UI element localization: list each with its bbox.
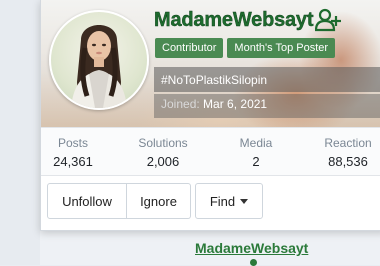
find-label: Find <box>209 193 236 209</box>
member-actions: Unfollow Ignore Find <box>47 183 263 219</box>
stat-value: 2 <box>252 154 260 169</box>
member-stats: Posts 24,361 Solutions 2,006 Media 2 Rea… <box>41 127 380 176</box>
username[interactable]: MadameWebsayt <box>154 8 314 32</box>
user-badges: Contributor Month's Top Poster <box>155 38 336 58</box>
find-menu-button[interactable]: Find <box>195 183 263 219</box>
stat-media[interactable]: Media 2 <box>234 136 278 170</box>
avatar-portrait-icon <box>71 25 127 108</box>
user-signature: #NoToPlastikSilopin <box>161 73 268 87</box>
badge-contributor: Contributor <box>155 38 224 58</box>
caret-down-icon <box>240 198 249 204</box>
ignore-button[interactable]: Ignore <box>127 183 191 219</box>
left-sidebar-strip <box>0 0 40 265</box>
username-row: MadameWebsayt <box>154 8 342 32</box>
stat-label: Solutions <box>138 136 188 150</box>
stat-solutions[interactable]: Solutions 2,006 <box>133 136 193 170</box>
unfollow-button[interactable]: Unfollow <box>47 183 127 219</box>
person-add-icon[interactable] <box>315 8 342 32</box>
joined-date: Joined: Mar 6, 2021 <box>161 97 267 111</box>
joined-label: Joined: <box>161 97 200 111</box>
stat-label: Reaction <box>324 136 372 150</box>
stat-value: 2,006 <box>146 154 180 169</box>
badge-top-poster: Month's Top Poster <box>227 38 336 58</box>
member-tooltip-card: MadameWebsayt Contributor Month's Top Po… <box>40 0 380 231</box>
avatar[interactable] <box>49 10 149 110</box>
stat-value: 24,361 <box>53 154 93 169</box>
underlying-username-link[interactable]: MadameWebsayt <box>195 240 308 256</box>
stat-label: Posts <box>57 136 88 150</box>
joined-value: Mar 6, 2021 <box>203 97 268 111</box>
stat-label: Media <box>239 136 273 150</box>
stat-value: 88,536 <box>328 154 368 169</box>
stat-reaction[interactable]: Reaction 88,536 <box>319 136 377 170</box>
stat-posts[interactable]: Posts 24,361 <box>47 136 99 170</box>
